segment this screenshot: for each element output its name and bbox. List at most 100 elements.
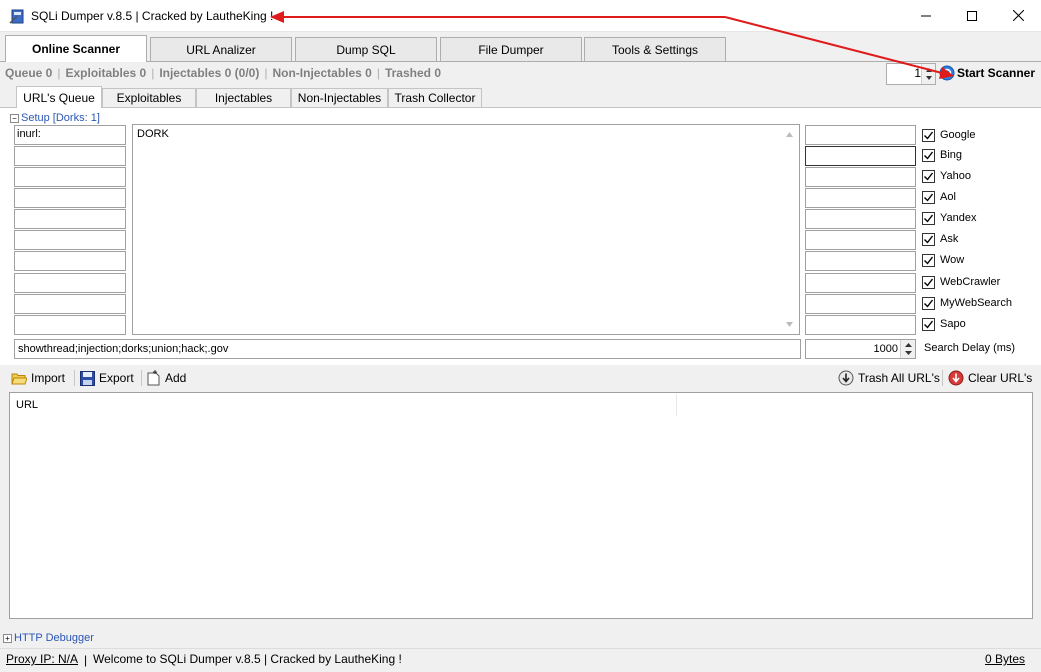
tab-exploitables[interactable]: Exploitables: [102, 88, 196, 107]
checkmark-icon: [922, 296, 935, 310]
engine-field[interactable]: [805, 273, 916, 293]
url-column-header[interactable]: URL: [16, 399, 38, 411]
engine-ask-checkbox[interactable]: Ask: [922, 231, 958, 247]
checkmark-icon: [922, 190, 935, 204]
checkmark-icon: [922, 232, 935, 246]
engine-label: Yandex: [940, 212, 977, 224]
bytes-counter-link[interactable]: 0 Bytes: [985, 652, 1025, 666]
prefix-field[interactable]: [14, 294, 126, 314]
down-arrow-circle-icon: [838, 370, 854, 386]
url-list[interactable]: [9, 392, 1033, 619]
setup-toggle[interactable]: − Setup [Dorks: 1]: [10, 112, 100, 124]
tab-urls-queue[interactable]: URL's Queue: [16, 86, 102, 108]
toolbar-separator: [942, 370, 943, 386]
prefix-field[interactable]: [14, 251, 126, 271]
minimize-icon: [921, 15, 931, 16]
engine-field[interactable]: [805, 146, 916, 166]
import-button[interactable]: Import: [11, 369, 65, 387]
prefix-field[interactable]: [14, 146, 126, 166]
engine-label: MyWebSearch: [940, 297, 1012, 309]
trash-all-urls-button[interactable]: Trash All URL's: [838, 369, 940, 387]
minimize-button[interactable]: [903, 0, 949, 31]
engine-yahoo-checkbox[interactable]: Yahoo: [922, 168, 971, 184]
refresh-icon: [939, 65, 955, 81]
engine-field[interactable]: [805, 251, 916, 271]
tab-online-scanner[interactable]: Online Scanner: [5, 35, 147, 62]
stats-row: Queue 0 | Exploitables 0 | Injectables 0 (…: [5, 66, 441, 80]
welcome-message: Welcome to SQLi Dumper v.8.5 | Cracked b…: [93, 652, 402, 666]
export-label: Export: [99, 371, 134, 385]
proxy-ip-link[interactable]: Proxy IP: N/A: [6, 652, 78, 666]
engine-bing-checkbox[interactable]: Bing: [922, 147, 962, 163]
clear-urls-label: Clear URL's: [968, 371, 1033, 385]
dork-textarea[interactable]: DORK: [132, 124, 800, 335]
export-button[interactable]: Export: [80, 369, 134, 387]
setup-label: Setup [Dorks: 1]: [21, 112, 100, 124]
engine-label: Aol: [940, 191, 956, 203]
engine-webcrawler-checkbox[interactable]: WebCrawler: [922, 274, 1000, 290]
prefix-field[interactable]: [14, 315, 126, 335]
engine-field[interactable]: [805, 167, 916, 187]
start-scanner-button[interactable]: Start Scanner: [939, 64, 1035, 82]
search-delay-spinner[interactable]: [900, 340, 915, 358]
stat-non-injectables: Non-Injectables 0: [272, 66, 372, 80]
folder-open-icon: [11, 373, 27, 385]
keywords-input[interactable]: showthread;injection;dorks;union;hack;.g…: [14, 339, 801, 359]
close-button[interactable]: [995, 0, 1041, 31]
checkmark-icon: [922, 148, 935, 162]
engine-field[interactable]: [805, 209, 916, 229]
tab-trash-collector[interactable]: Trash Collector: [388, 88, 482, 107]
status-separator: |: [84, 653, 88, 667]
threads-spinner[interactable]: [921, 64, 935, 84]
toolbar-separator: [74, 370, 75, 386]
engine-google-checkbox[interactable]: Google: [922, 127, 975, 143]
engine-label: Google: [940, 129, 976, 141]
engine-label: WebCrawler: [940, 276, 1001, 288]
engine-field[interactable]: [805, 188, 916, 208]
tab-tools-settings[interactable]: Tools & Settings: [584, 37, 726, 61]
collapse-icon: −: [10, 113, 19, 123]
prefix-field[interactable]: inurl:: [14, 125, 126, 145]
tab-injectables[interactable]: Injectables: [196, 88, 291, 107]
prefix-field[interactable]: [14, 230, 126, 250]
search-delay-label: Search Delay (ms): [924, 342, 1016, 354]
checkmark-icon: [922, 317, 935, 331]
tab-divider: [0, 61, 1041, 62]
engine-label: Yahoo: [940, 170, 971, 182]
new-document-icon: [147, 370, 160, 386]
checkmark-icon: [922, 128, 935, 142]
engine-wow-checkbox[interactable]: Wow: [922, 252, 964, 268]
engine-field[interactable]: [805, 125, 916, 145]
engine-label: Sapo: [940, 318, 966, 330]
add-button[interactable]: Add: [147, 369, 186, 387]
prefix-field[interactable]: [14, 188, 126, 208]
engine-label: Wow: [940, 254, 965, 266]
stat-queue: Queue 0: [5, 66, 53, 80]
column-separator: [676, 394, 677, 416]
prefix-field[interactable]: [14, 167, 126, 187]
tab-dump-sql[interactable]: Dump SQL: [295, 37, 437, 61]
prefix-field[interactable]: [14, 273, 126, 293]
engine-yandex-checkbox[interactable]: Yandex: [922, 210, 977, 226]
engine-field[interactable]: [805, 315, 916, 335]
checkmark-icon: [922, 211, 935, 225]
window-title: SQLi Dumper v.8.5 | Cracked by LautheKin…: [31, 9, 274, 23]
tab-non-injectables[interactable]: Non-Injectables: [291, 88, 388, 107]
engine-field[interactable]: [805, 230, 916, 250]
engine-sapo-checkbox[interactable]: Sapo: [922, 316, 966, 332]
close-icon: [1012, 10, 1024, 21]
clear-urls-button[interactable]: Clear URL's: [948, 369, 1032, 387]
maximize-button[interactable]: [949, 0, 995, 31]
save-icon: [80, 370, 95, 386]
stat-trashed: Trashed 0: [384, 66, 441, 80]
maximize-icon: [967, 10, 977, 21]
http-debugger-toggle[interactable]: + HTTP Debugger: [3, 632, 94, 644]
dork-scrollbar[interactable]: [780, 125, 799, 334]
start-scanner-label: Start Scanner: [957, 66, 1036, 80]
engine-aol-checkbox[interactable]: Aol: [922, 189, 956, 205]
engine-field[interactable]: [805, 294, 916, 314]
engine-mywebsearch-checkbox[interactable]: MyWebSearch: [922, 295, 1012, 311]
tab-file-dumper[interactable]: File Dumper: [440, 37, 582, 61]
tab-url-analizer[interactable]: URL Analizer: [150, 37, 292, 61]
prefix-field[interactable]: [14, 209, 126, 229]
